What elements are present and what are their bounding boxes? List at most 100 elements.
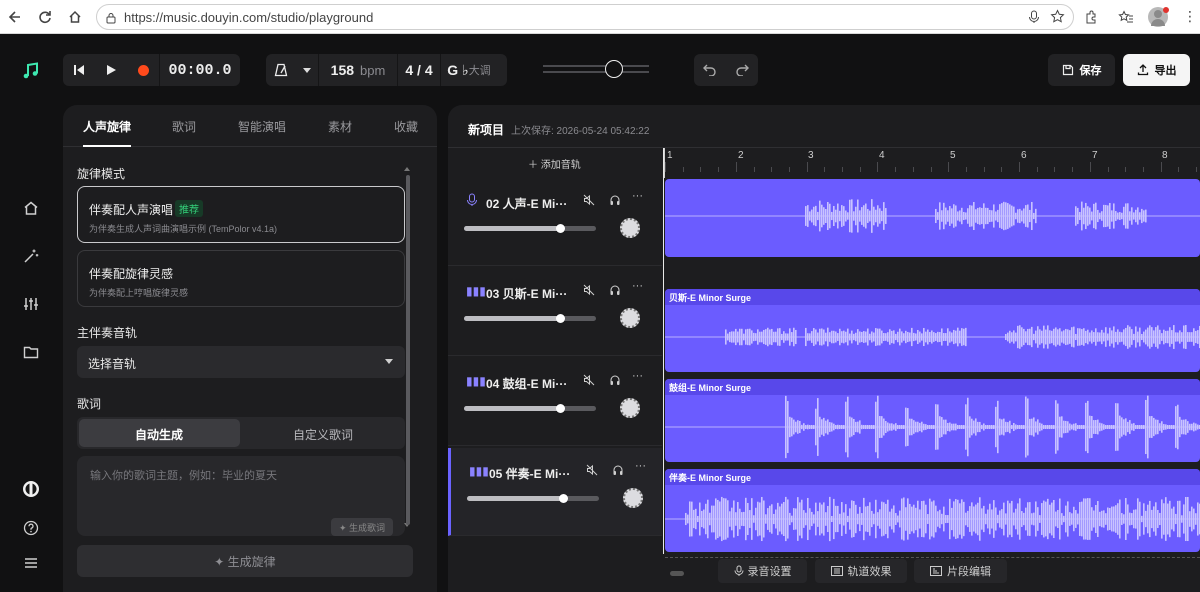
metronome-dropdown[interactable]: [296, 54, 318, 86]
scroll-up-icon[interactable]: [404, 167, 410, 171]
clip-edit-button[interactable]: 片段编辑: [914, 559, 1007, 583]
bpm-field[interactable]: 158 bpm: [319, 54, 397, 86]
more-icon[interactable]: ···: [632, 370, 643, 382]
horizontal-scrollbar[interactable]: [670, 571, 684, 576]
tab-vocal-melody[interactable]: 人声旋律: [83, 118, 131, 135]
waveform-bar: [1109, 202, 1111, 230]
waveform-bar: [811, 331, 813, 343]
ruler-tick: [983, 167, 985, 172]
waveform-bar: [1175, 332, 1177, 342]
tempo-controls: 158 bpm 4 / 4 G ♭ 大调: [266, 54, 507, 86]
site-info-icon[interactable]: [105, 11, 117, 24]
seg-auto-generate[interactable]: 自动生成: [135, 426, 183, 443]
waveform-bar: [859, 331, 861, 343]
mixer-icon[interactable]: [21, 294, 41, 314]
volume-slider[interactable]: [467, 494, 599, 503]
waveform-bar: [811, 209, 813, 223]
tab-ai-singing[interactable]: 智能演唱: [238, 118, 286, 135]
waveform-bar: [1037, 419, 1039, 435]
tab-favorites[interactable]: 收藏: [394, 118, 418, 135]
home-icon[interactable]: [21, 198, 41, 218]
track-row[interactable]: ▮▮▮ 03 贝斯-E Mi··· ···: [448, 268, 662, 356]
export-button[interactable]: 导出: [1123, 54, 1190, 86]
more-menu-icon[interactable]: ⋮: [1183, 9, 1197, 23]
waveform-bar: [819, 328, 821, 346]
zoom-slider[interactable]: [543, 60, 649, 78]
help-icon[interactable]: [21, 518, 41, 538]
waveform-bar: [865, 506, 867, 532]
magic-wand-icon[interactable]: [21, 246, 41, 266]
timeline-ruler[interactable]: 1 2 3 4 5 6 7 8: [664, 148, 1200, 178]
waveform-bar: [1185, 496, 1187, 542]
volume-slider[interactable]: [464, 314, 596, 323]
waveform-bar: [1121, 332, 1123, 342]
home-icon[interactable]: [66, 8, 84, 26]
waveform-bar: [1161, 499, 1163, 539]
waveform-bar: [861, 424, 863, 430]
folder-icon[interactable]: [21, 342, 41, 362]
reload-icon[interactable]: [36, 8, 54, 26]
track-row-selected[interactable]: ▮▮▮ 05 伴奏-E Mi··· ···: [448, 448, 662, 536]
playhead[interactable]: [663, 148, 664, 554]
mode-card-inspiration[interactable]: 伴奏配旋律灵感 为伴奏配上哼唱旋律灵感: [77, 250, 405, 307]
pan-knob[interactable]: [620, 398, 640, 418]
skip-back-button[interactable]: [63, 54, 95, 86]
mode-card-vocal[interactable]: 伴奏配人声演唱 推荐 为伴奏生成人声词曲演唱示例 (TemPolor v4.1a…: [77, 186, 405, 243]
volume-slider[interactable]: [464, 224, 596, 233]
waveform-bar: [1007, 500, 1009, 538]
more-icon[interactable]: ···: [632, 280, 643, 292]
waveform-bar: [1139, 425, 1141, 429]
undo-button[interactable]: [694, 54, 726, 86]
vocal-clip[interactable]: [665, 179, 1200, 257]
generate-lyrics-button[interactable]: ✦ 生成歌词: [330, 518, 393, 536]
user-avatar-icon[interactable]: [21, 479, 41, 499]
waveform-bar: [1101, 211, 1103, 221]
menu-icon[interactable]: [21, 553, 41, 573]
waveform-bar: [1131, 423, 1133, 431]
address-bar[interactable]: https://music.douyin.com/studio/playgrou…: [96, 4, 1074, 30]
bass-clip[interactable]: 贝斯-E Minor Surge: [665, 289, 1200, 372]
more-icon[interactable]: ···: [635, 460, 646, 472]
tab-lyrics[interactable]: 歌词: [172, 118, 196, 135]
track-row[interactable]: 02 人声-E Mi··· ···: [448, 178, 662, 266]
pan-knob[interactable]: [620, 308, 640, 328]
lyrics-theme-input[interactable]: 输入你的歌词主题，例如：毕业的夏天 ✦ 生成歌词: [77, 456, 405, 536]
waveform-bar: [1015, 332, 1017, 342]
zoom-slider-thumb[interactable]: [605, 60, 623, 78]
extensions-icon[interactable]: [1082, 8, 1100, 26]
time-signature[interactable]: 4 / 4: [398, 54, 440, 86]
waveform-bar: [849, 508, 851, 530]
seg-custom-lyrics[interactable]: 自定义歌词: [293, 426, 353, 443]
star-icon[interactable]: [1050, 9, 1065, 29]
more-icon[interactable]: ···: [632, 190, 643, 202]
pan-knob[interactable]: [623, 488, 643, 508]
active-tab-indicator: [83, 145, 131, 147]
generate-melody-button[interactable]: ✦ 生成旋律: [77, 545, 413, 577]
track-select[interactable]: 选择音轨: [77, 346, 405, 378]
save-button[interactable]: 保存: [1048, 54, 1115, 86]
tab-materials[interactable]: 素材: [328, 118, 352, 135]
music-logo-icon[interactable]: [21, 61, 41, 81]
waveform-bar: [829, 203, 831, 229]
waveform-bar: [1071, 424, 1073, 430]
panel-scrollbar[interactable]: [406, 175, 410, 525]
track-row[interactable]: ▮▮▮ 04 鼓组-E Mi··· ···: [448, 358, 662, 446]
play-button[interactable]: [95, 54, 127, 86]
back-icon[interactable]: [6, 8, 24, 26]
drums-clip[interactable]: 鼓组-E Minor Surge: [665, 379, 1200, 462]
volume-slider[interactable]: [464, 404, 596, 413]
accompaniment-clip[interactable]: 伴奏-E Minor Surge: [665, 469, 1200, 552]
waveform-bar: [1095, 202, 1097, 230]
favorites-icon[interactable]: [1117, 8, 1135, 26]
waveform-bar: [1171, 330, 1173, 344]
record-button[interactable]: [127, 54, 159, 86]
record-settings-button[interactable]: 录音设置: [718, 559, 807, 583]
pan-knob[interactable]: [620, 218, 640, 238]
add-track-button[interactable]: ＋ 添加音轨: [528, 156, 581, 171]
redo-button[interactable]: [726, 54, 758, 86]
track-effects-button[interactable]: 轨道效果: [815, 559, 907, 583]
key-selector[interactable]: G ♭ 大调: [441, 54, 497, 86]
microphone-icon[interactable]: [1028, 10, 1040, 29]
metronome-button[interactable]: [266, 54, 296, 86]
waveform-bar: [963, 425, 965, 429]
